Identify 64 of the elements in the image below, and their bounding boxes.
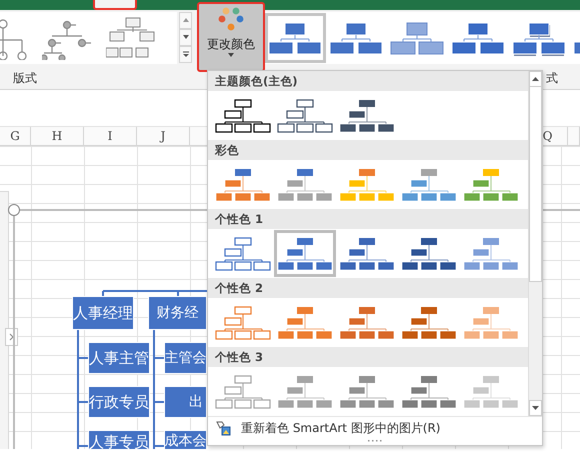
scroll-down-button[interactable] <box>529 400 542 416</box>
org-chart-node[interactable]: 人事主管 <box>88 342 150 374</box>
org-chart-icon <box>215 98 271 132</box>
caret-icon <box>182 17 190 24</box>
org-chart-icon <box>277 98 333 132</box>
org-chart-icon <box>463 306 519 340</box>
more-button[interactable] <box>179 46 192 63</box>
org-chart-icon <box>401 236 457 270</box>
section-heading: 主题颜色(主色) <box>208 71 528 91</box>
section-heading: 彩色 <box>208 140 528 160</box>
org-chart-icon <box>339 168 395 202</box>
org-chart-node[interactable]: 人事经理 <box>72 296 134 330</box>
group-label: 版式 <box>13 70 37 86</box>
org-chart-icon <box>401 374 457 408</box>
scroll-up-button[interactable] <box>529 71 542 87</box>
org-chart-icon <box>463 236 519 270</box>
recolor-icon <box>215 420 231 436</box>
org-chart-icon <box>215 306 271 340</box>
org-chart-node[interactable]: 人事专员 <box>88 430 150 449</box>
section-heading: 个性色 1 <box>208 209 528 229</box>
ribbon-tab[interactable] <box>93 0 137 10</box>
org-chart-icon <box>215 374 271 408</box>
palette-icon <box>218 7 244 33</box>
recolor-pictures-item[interactable]: 重新着色 SmartArt 图形中的图片(R) <box>208 416 542 440</box>
org-chart-icon <box>277 236 333 270</box>
org-chart-icon <box>277 306 333 340</box>
caret-icon <box>532 77 539 81</box>
layout-thumbnail[interactable] <box>106 16 156 60</box>
resize-handle[interactable] <box>8 204 20 216</box>
resize-grip-icon[interactable] <box>368 439 382 442</box>
org-chart-node[interactable]: 成本会 <box>164 430 207 449</box>
org-chart-icon <box>401 306 457 340</box>
org-chart-icon <box>463 168 519 202</box>
style-thumbnail[interactable] <box>265 13 326 63</box>
org-chart-icon <box>463 374 519 408</box>
scroll-down-button[interactable] <box>179 29 192 46</box>
caret-icon <box>182 51 190 58</box>
column-header[interactable]: H <box>31 127 84 145</box>
org-chart-icon <box>215 236 271 270</box>
chevron-icon <box>9 333 14 341</box>
org-chart-node[interactable]: 财务经 <box>148 296 207 330</box>
org-chart-icon <box>277 168 333 202</box>
org-chart-node[interactable]: 行政专员 <box>88 386 150 418</box>
caret-icon <box>532 406 539 410</box>
org-chart-node[interactable]: 出 <box>164 386 207 418</box>
section-heading: 个性色 3 <box>208 347 528 367</box>
section-heading: 个性色 2 <box>208 278 528 298</box>
column-header[interactable]: I <box>84 127 137 145</box>
org-chart-icon <box>339 98 395 132</box>
org-chart-node[interactable]: 主管会 <box>164 342 207 374</box>
column-header[interactable]: G <box>0 127 31 145</box>
caret-icon <box>228 53 234 57</box>
org-chart-icon <box>339 374 395 408</box>
org-chart-icon <box>339 236 395 270</box>
org-chart-icon <box>277 374 333 408</box>
org-chart-icon <box>339 306 395 340</box>
scrollbar-thumb[interactable] <box>529 87 542 282</box>
change-color-button[interactable]: 更改颜色 <box>197 2 265 72</box>
caret-icon <box>182 34 190 41</box>
column-header[interactable]: J <box>137 127 190 145</box>
color-option[interactable] <box>274 230 336 277</box>
group-label: 式 <box>546 70 558 86</box>
org-chart-icon <box>401 168 457 202</box>
org-chart-icon <box>215 168 271 202</box>
